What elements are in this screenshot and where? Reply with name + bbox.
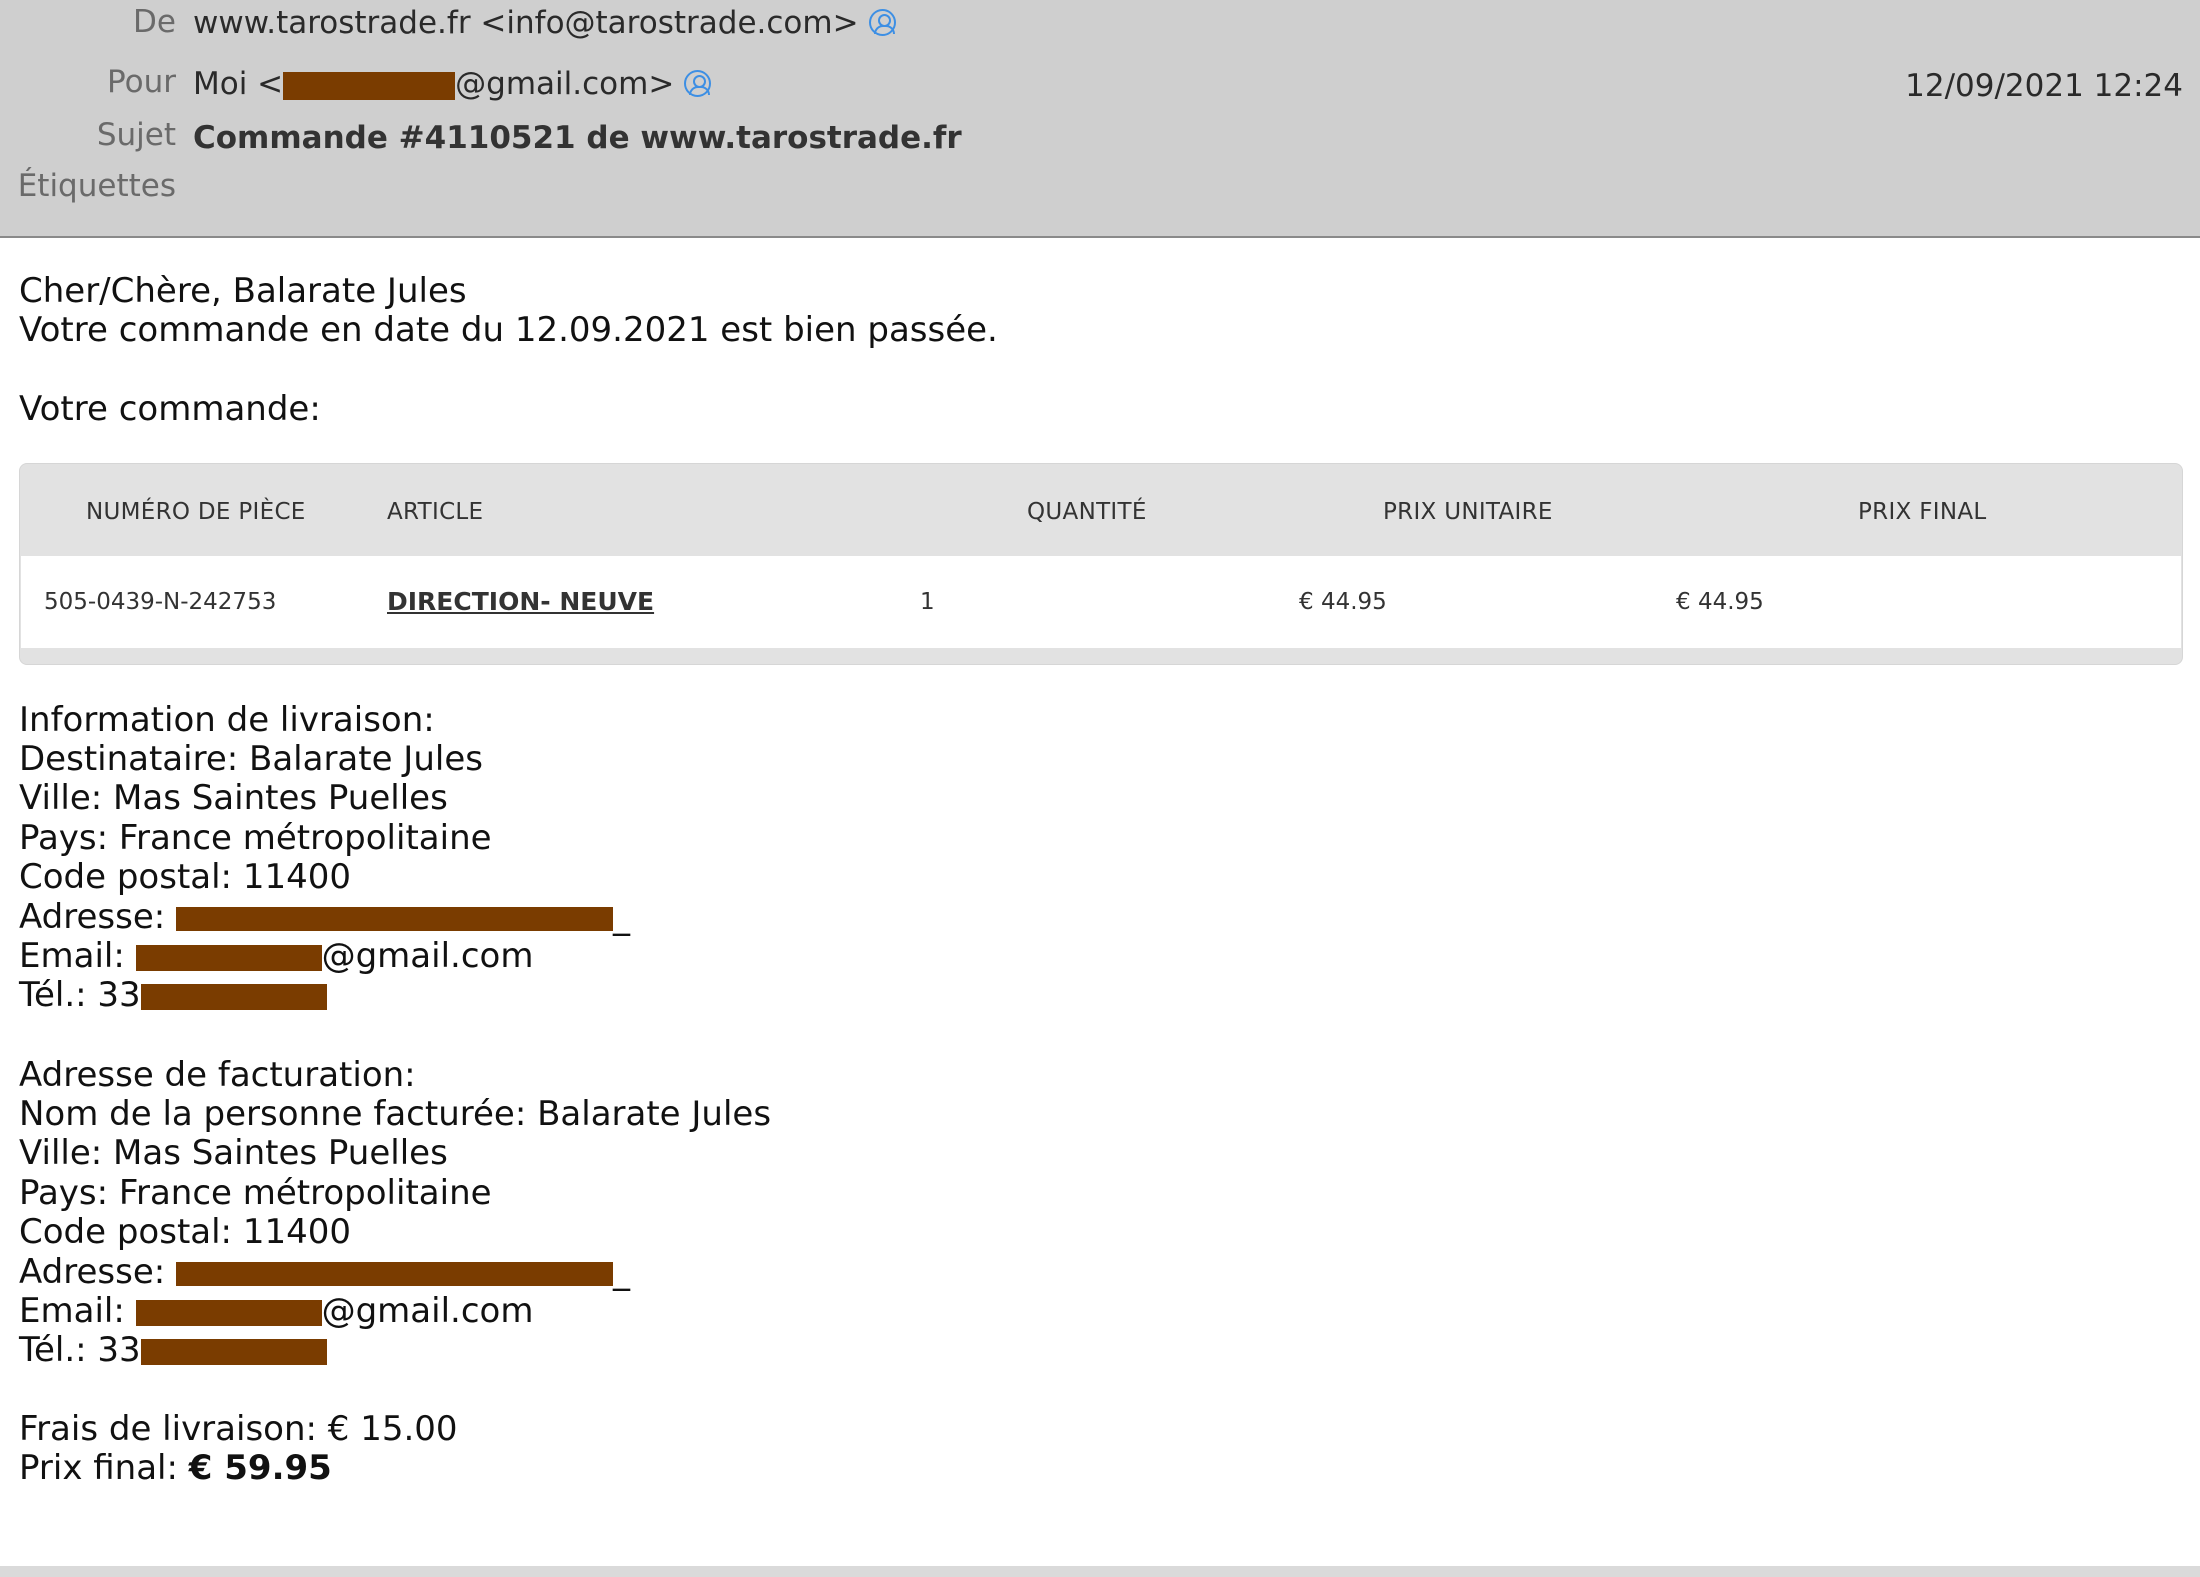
to-field[interactable]: Moi < @gmail.com> — [193, 66, 712, 102]
billing-postal: Code postal: 11400 — [19, 1212, 351, 1252]
cell-unit-price: € 44.95 — [1299, 589, 1387, 615]
billing-phone: Tél.: 33 — [19, 1330, 327, 1370]
tags-label[interactable]: Étiquettes — [0, 168, 176, 204]
final-price-value: € 59.95 — [188, 1448, 332, 1488]
redaction-block — [135, 944, 322, 971]
billing-name: Nom de la personne facturée: Balarate Ju… — [19, 1094, 772, 1134]
email-label: Email: — [19, 1291, 136, 1331]
email-suffix[interactable]: @gmail.com — [322, 1291, 534, 1331]
col-header-part-number: NUMÉRO DE PIÈCE — [86, 499, 306, 525]
redaction-block — [176, 906, 614, 931]
contact-icon[interactable] — [868, 9, 896, 36]
col-header-quantity: QUANTITÉ — [1027, 499, 1147, 525]
delivery-email: Email: @gmail.com — [19, 936, 533, 976]
to-prefix[interactable]: Moi < — [193, 66, 283, 102]
delivery-address: Adresse: _ — [19, 897, 630, 937]
address-tail: _ — [613, 1252, 631, 1292]
redaction-block — [176, 1261, 614, 1286]
cell-final-price: € 44.95 — [1676, 589, 1764, 615]
cell-part-number: 505-0439-N-242753 — [44, 589, 277, 615]
shipping-cost: Frais de livraison: € 15.00 — [19, 1409, 458, 1449]
phone-label: Tél.: 33 — [19, 1330, 141, 1370]
to-suffix[interactable]: @gmail.com> — [455, 66, 674, 102]
final-price-label: Prix final: — [19, 1448, 189, 1488]
email-suffix[interactable]: @gmail.com — [322, 936, 534, 976]
phone-label: Tél.: 33 — [19, 975, 141, 1015]
from-address[interactable]: www.tarostrade.fr <info@tarostrade.com> — [193, 5, 859, 41]
billing-address: Adresse: _ — [19, 1252, 630, 1292]
subject-value: Commande #4110521 de www.tarostrade.fr — [193, 120, 962, 156]
subject-label: Sujet — [96, 117, 176, 153]
delivery-city: Ville: Mas Saintes Puelles — [19, 778, 448, 818]
order-date-line: Votre commande en date du 12.09.2021 est… — [19, 310, 998, 350]
article-link[interactable]: DIRECTION- NEUVE — [387, 587, 654, 616]
final-price-line: Prix final: € 59.95 — [19, 1448, 332, 1488]
greeting: Cher/Chère, Balarate Jules — [19, 271, 467, 311]
address-label: Adresse: — [19, 1252, 177, 1292]
col-header-final-price: PRIX FINAL — [1858, 499, 1987, 525]
from-field[interactable]: www.tarostrade.fr <info@tarostrade.com> — [193, 5, 896, 41]
to-label: Pour — [107, 64, 176, 100]
order-table: NUMÉRO DE PIÈCE ARTICLE QUANTITÉ PRIX UN… — [19, 463, 2183, 665]
email-label: Email: — [19, 936, 136, 976]
from-label: De — [133, 4, 176, 40]
billing-email: Email: @gmail.com — [19, 1291, 533, 1331]
billing-heading: Adresse de facturation: — [19, 1055, 416, 1095]
message-date: 12/09/2021 12:24 — [1905, 68, 2183, 104]
billing-country: Pays: France métropolitaine — [19, 1173, 492, 1213]
delivery-recipient: Destinataire: Balarate Jules — [19, 739, 483, 779]
delivery-heading: Information de livraison: — [19, 700, 435, 740]
order-heading: Votre commande: — [19, 389, 321, 429]
delivery-phone: Tél.: 33 — [19, 975, 327, 1015]
address-tail: _ — [613, 897, 631, 937]
contact-icon[interactable] — [684, 70, 712, 97]
bottom-divider — [0, 1566, 2200, 1577]
redaction-block — [140, 983, 327, 1010]
col-header-article: ARTICLE — [387, 499, 484, 525]
message-header: De www.tarostrade.fr <info@tarostrade.co… — [0, 0, 2200, 238]
cell-quantity: 1 — [920, 589, 935, 615]
table-row — [21, 556, 2181, 648]
col-header-unit-price: PRIX UNITAIRE — [1383, 499, 1553, 525]
redaction-block — [140, 1338, 327, 1365]
delivery-country: Pays: France métropolitaine — [19, 818, 492, 858]
redaction-block — [135, 1299, 322, 1326]
delivery-postal: Code postal: 11400 — [19, 857, 351, 897]
redaction-block — [283, 71, 456, 100]
billing-city: Ville: Mas Saintes Puelles — [19, 1133, 448, 1173]
address-label: Adresse: — [19, 897, 177, 937]
